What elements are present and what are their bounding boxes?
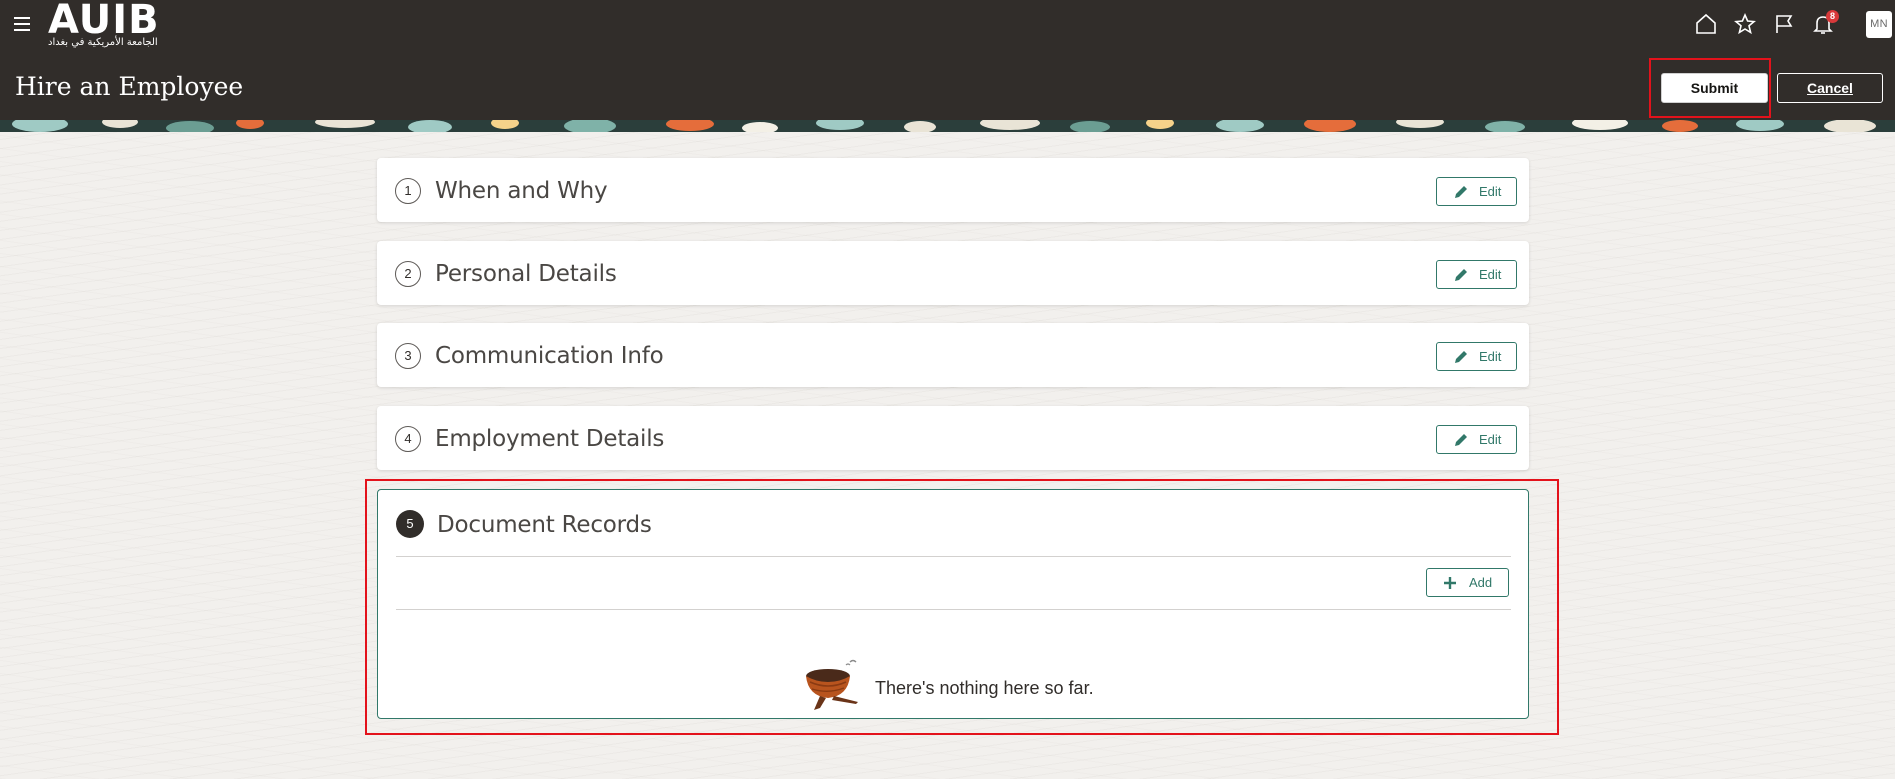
edit-button[interactable]: Edit [1436,342,1517,371]
edit-label: Edit [1479,349,1502,364]
edit-button[interactable]: Edit [1436,425,1517,454]
step-number: 4 [395,426,421,452]
section-title: When and Why [435,178,608,204]
notification-badge: 8 [1826,10,1839,23]
section-employment-details: 4 Employment Details Edit [377,406,1529,470]
step-number: 1 [395,178,421,204]
pencil-icon [1455,434,1467,446]
logo-text: AUIB [48,0,160,43]
menu-icon[interactable] [12,14,32,34]
decorative-banner [0,120,1895,132]
edit-label: Edit [1479,432,1502,447]
user-avatar[interactable]: MN [1866,11,1892,38]
section-personal-details: 2 Personal Details Edit [377,241,1529,305]
step-number: 2 [395,261,421,287]
logo-subtext: الجامعة الأمريكية في بغداد [48,37,158,48]
section-title: Personal Details [435,261,617,287]
cancel-button[interactable]: Cancel [1777,73,1883,103]
page-title: Hire an Employee [15,72,244,101]
auib-logo[interactable]: AUIB الجامعة الأمريكية في بغداد [48,0,168,48]
document-records-highlight-box [365,479,1559,735]
submit-highlight-box [1649,58,1771,118]
pencil-icon [1455,351,1467,363]
section-title: Communication Info [435,343,664,369]
section-title: Employment Details [435,426,665,452]
star-icon[interactable] [1733,12,1759,38]
home-icon[interactable] [1694,12,1720,38]
pencil-icon [1455,269,1467,281]
edit-button[interactable]: Edit [1436,260,1517,289]
bell-icon[interactable]: 8 [1811,10,1839,38]
edit-button[interactable]: Edit [1436,177,1517,206]
step-number: 3 [395,343,421,369]
section-communication-info: 3 Communication Info Edit [377,323,1529,387]
edit-label: Edit [1479,184,1502,199]
pencil-icon [1455,186,1467,198]
flag-icon[interactable] [1772,12,1798,38]
app-header: AUIB الجامعة الأمريكية في بغداد Hire an … [0,0,1895,120]
edit-label: Edit [1479,267,1502,282]
section-when-and-why: 1 When and Why Edit [377,158,1529,222]
